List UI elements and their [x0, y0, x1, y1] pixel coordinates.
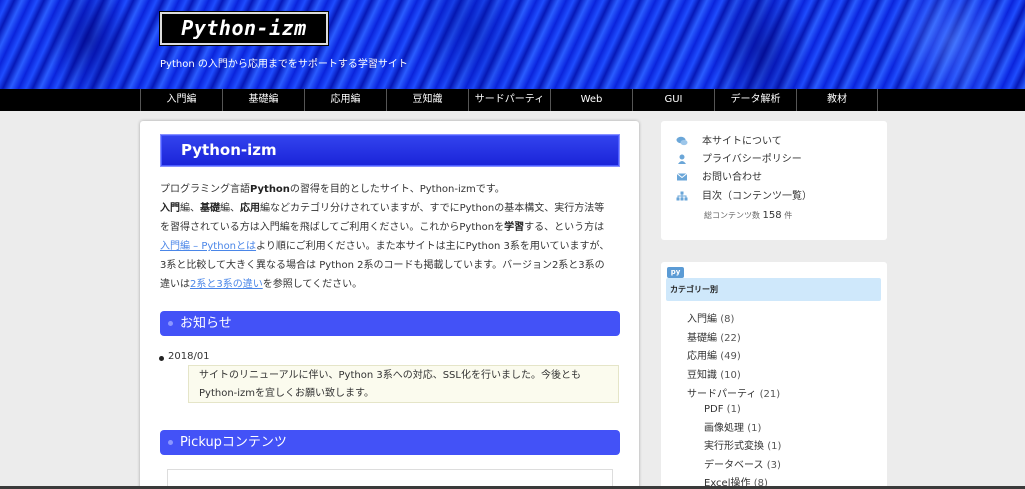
category-count: (10)	[720, 370, 741, 381]
sitemap-icon	[676, 191, 688, 201]
subcategory-item-executable[interactable]: 実行形式変換 (1)	[704, 438, 781, 456]
intro-bold: Python	[250, 184, 290, 195]
envelope-icon	[676, 173, 688, 181]
subcategory-item-pdf[interactable]: PDF (1)	[704, 401, 741, 419]
sidebar-link-label: 本サイトについて	[702, 136, 782, 147]
category-heading: カテゴリー別	[666, 278, 881, 301]
content-count-value: 158	[762, 210, 782, 221]
nav-item-advanced[interactable]: 応用編	[304, 89, 386, 111]
news-heading: お知らせ	[160, 311, 620, 336]
category-label: 応用編	[687, 351, 717, 362]
intro-bold: 応用	[240, 203, 260, 214]
sidebar-link-sitemap[interactable]: 目次（コンテンツ一覧）	[676, 188, 812, 206]
user-icon	[678, 154, 686, 164]
python-badge-icon: py	[667, 267, 684, 278]
content-count-unit: 件	[784, 211, 793, 220]
intro-text-span: プログラミング言語	[160, 184, 250, 195]
intro-bold: 学習	[504, 222, 525, 233]
intro-text-span: 編、	[180, 203, 200, 214]
intro-text-span: を参照してください。	[262, 279, 363, 290]
sidebar-site-links: 本サイトについて プライバシーポリシー お問い合わせ 目次（コンテンツ一覧） 総…	[661, 121, 887, 240]
link-intro-what-is-python[interactable]: 入門編 – Pythonとは	[160, 241, 256, 252]
intro-text-span: 編などカテゴリ分けされていますが、すでにPythonの基本構文、実行方法等	[260, 203, 605, 214]
sidebar-categories: py カテゴリー別 入門編 (8) 基礎編 (22) 応用編 (49) 豆知識 …	[661, 262, 887, 489]
subcategory-count: (1)	[726, 404, 741, 415]
category-count: (22)	[720, 333, 741, 344]
category-item-advanced[interactable]: 応用編 (49)	[687, 348, 741, 366]
category-label: 入門編	[687, 314, 717, 325]
nav-item-materials[interactable]: 教材	[796, 89, 878, 111]
subcategory-count: (3)	[766, 460, 781, 471]
nav-item-gui[interactable]: GUI	[632, 89, 714, 111]
nav-item-web[interactable]: Web	[550, 89, 632, 111]
intro-bold: 基礎	[200, 203, 220, 214]
intro-text-span: より順にご利用ください。また本サイトは主にPython 3系を用いていますが、	[256, 241, 610, 252]
subcategory-count: (1)	[747, 423, 762, 434]
intro-text-span: を習得されている方は入門編を飛ばしてご利用ください。これからPythonを	[160, 222, 505, 233]
intro-bold: 入門	[160, 203, 180, 214]
intro-text: プログラミング言語Pythonの習得を目的としたサイト、Python-izmです…	[160, 180, 620, 294]
global-nav: 入門編 基礎編 応用編 豆知識 サードパーティ Web GUI データ解析 教材	[0, 89, 1025, 111]
subcategory-label: データベース	[704, 460, 764, 471]
intro-text-span: 違いは	[160, 279, 190, 290]
nav-item-data-analysis[interactable]: データ解析	[714, 89, 796, 111]
category-label: 基礎編	[687, 333, 717, 344]
subcategory-label: 画像処理	[704, 423, 744, 434]
category-label: 豆知識	[687, 370, 717, 381]
link-py2-py3-diff[interactable]: 2系と3系の違い	[190, 279, 263, 290]
subcategory-label: 実行形式変換	[704, 441, 764, 452]
news-body: サイトのリニューアルに伴い、Python 3系への対応、SSL化を行いました。今…	[188, 365, 619, 403]
intro-text-span: の習得を目的としたサイト、Python-izmです。	[289, 184, 505, 195]
main-content: Python-izm プログラミング言語Pythonの習得を目的としたサイト、P…	[140, 121, 639, 489]
pickup-heading: Pickupコンテンツ	[160, 430, 620, 455]
intro-text-span: 編、	[220, 203, 240, 214]
page-title-text: Python-izm	[181, 141, 277, 159]
category-item-tips[interactable]: 豆知識 (10)	[687, 367, 741, 385]
sidebar-link-label: 目次（コンテンツ一覧）	[702, 191, 812, 202]
site-logo[interactable]: Python-izm	[159, 11, 329, 46]
subcategory-count: (1)	[767, 441, 782, 452]
intro-text-span: する、という方は	[524, 222, 605, 233]
subcategory-item-database[interactable]: データベース (3)	[704, 457, 781, 475]
subcategory-label: PDF	[704, 404, 724, 415]
site-tagline: Python の入門から応用までをサポートする学習サイト	[160, 59, 408, 70]
logo-text: Python-izm	[181, 16, 307, 40]
site-header: Python-izm Python の入門から応用までをサポートする学習サイト	[0, 0, 1025, 89]
sidebar-link-contact[interactable]: お問い合わせ	[676, 169, 762, 187]
news-date: 2018/01	[159, 351, 210, 362]
nav-item-third-party[interactable]: サードパーティ	[468, 89, 550, 111]
page-title: Python-izm	[160, 134, 620, 167]
category-count: (49)	[720, 351, 741, 362]
content-count: 総コンテンツ数 158 件	[704, 210, 792, 221]
nav-item-beginner[interactable]: 入門編	[140, 89, 222, 111]
content-count-label: 総コンテンツ数	[704, 211, 760, 220]
category-label: サードパーティ	[687, 389, 757, 400]
nav-item-basics[interactable]: 基礎編	[222, 89, 304, 111]
nav-item-tips[interactable]: 豆知識	[386, 89, 468, 111]
intro-text-span: 3系と比較して大きく異なる場合は Python 2系のコードも掲載しています。バ…	[160, 260, 605, 271]
category-item-basics[interactable]: 基礎編 (22)	[687, 330, 741, 348]
subcategory-item-image-processing[interactable]: 画像処理 (1)	[704, 420, 761, 438]
category-count: (8)	[720, 314, 735, 325]
sidebar-link-label: お問い合わせ	[702, 172, 762, 183]
sidebar-link-label: プライバシーポリシー	[702, 154, 802, 165]
sidebar-link-about[interactable]: 本サイトについて	[676, 133, 782, 151]
sidebar-link-privacy[interactable]: プライバシーポリシー	[676, 151, 802, 169]
category-count: (21)	[759, 389, 781, 400]
comments-icon	[676, 136, 688, 146]
category-item-beginner[interactable]: 入門編 (8)	[687, 311, 734, 329]
